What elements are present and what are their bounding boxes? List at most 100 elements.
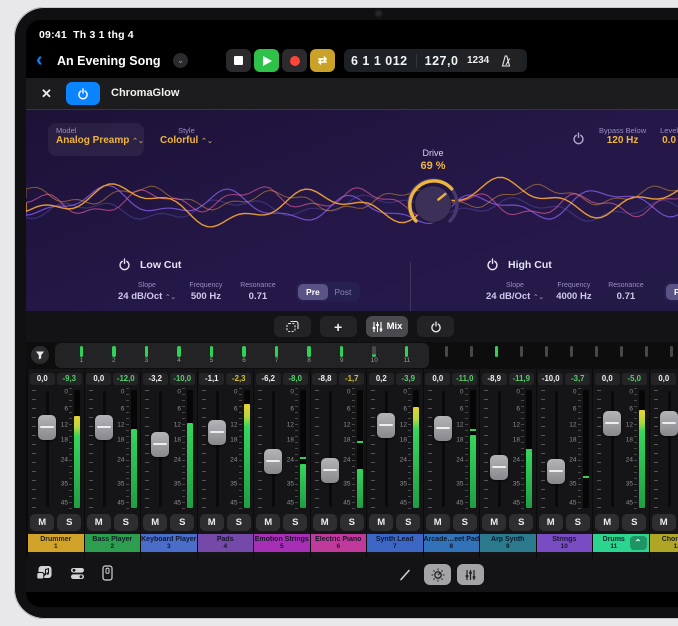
mute-button[interactable]: M [30,514,54,531]
track-name-label[interactable]: Emotion Strings 5 ⌃ [254,534,310,552]
overview-mini-channel[interactable]: 1 [65,345,98,368]
volume-readout[interactable]: -1,1 [199,373,224,385]
project-title[interactable]: An Evening Song [57,54,160,68]
loops-library-icon[interactable] [36,565,53,581]
overview-mini-channel[interactable]: 2 [98,345,131,368]
volume-readout[interactable]: -10,0 [538,373,563,385]
fader-handle[interactable] [151,432,169,457]
mute-button[interactable]: M [143,514,167,531]
track-name-label[interactable]: Drummer 1 ⌃ [28,534,84,552]
fader-handle[interactable] [321,458,339,483]
mute-button[interactable]: M [87,514,111,531]
track-name-label[interactable]: Strings 10 ⌃ [537,534,593,552]
solo-button[interactable]: S [283,514,307,531]
overview-mini-channel[interactable]: 8 [293,345,326,368]
low-cut-slope[interactable]: Slope 24 dB/Oct ⌃⌄ [118,282,176,302]
overview-offscreen-channels[interactable] [434,345,678,357]
overview-mini-channel[interactable]: 7 [260,345,293,368]
mixer-view-button[interactable] [457,564,484,585]
filter-tracks-button[interactable] [31,346,49,364]
solo-button[interactable]: S [340,514,364,531]
fader-handle[interactable] [264,449,282,474]
back-button[interactable]: ‹ [36,49,43,71]
pre-button[interactable]: Pre [666,284,678,300]
volume-readout[interactable]: -6,2 [256,373,281,385]
fader-handle[interactable] [95,415,113,440]
level-control[interactable]: Level 0.0 [660,126,678,146]
track-name-label[interactable]: Arcade…eet Pad 8 ⌃ [424,534,480,552]
play-button[interactable] [254,49,279,72]
fader-track[interactable] [376,388,396,510]
low-cut-resonance[interactable]: Resonance 0.71 [236,282,280,302]
overview-mini-channel[interactable] [584,345,609,357]
peak-level-readout[interactable]: -10,0 [170,373,195,385]
track-name-label[interactable]: Electric Piano 6 ⌃ [311,534,367,552]
mixer-power-button[interactable] [417,316,454,337]
peak-level-readout[interactable]: -11,9 [509,373,534,385]
peak-level-readout[interactable]: -3,9 [396,373,421,385]
volume-readout[interactable]: 0,0 [30,373,55,385]
mix-view-button[interactable]: Mix [366,316,409,337]
fader-track[interactable] [546,388,566,510]
low-cut-frequency[interactable]: Frequency 500 Hz [184,282,228,302]
style-selector[interactable]: Style Colorful ⌃⌄ [160,126,213,146]
metronome-icon[interactable] [499,54,513,68]
model-selector[interactable]: Model Analog Preamp ⌃⌄ [48,123,144,156]
overview-mini-channel[interactable] [609,345,634,357]
peak-level-readout[interactable]: -12,0 [113,373,138,385]
bypass-below-control[interactable]: Bypass Below 120 Hz [599,126,646,146]
overview-mini-channel[interactable] [534,345,559,357]
track-name-label[interactable]: Synth Lead 7 ⌃ [367,534,423,552]
track-name-label[interactable]: Arp Synth 9 ⌃ [480,534,536,552]
mute-button[interactable]: M [313,514,337,531]
high-cut-frequency[interactable]: Frequency 4000 Hz [552,282,596,302]
mute-button[interactable]: M [539,514,563,531]
volume-readout[interactable]: -3,2 [143,373,168,385]
mute-button[interactable]: M [256,514,280,531]
overview-mini-channel[interactable] [484,345,509,357]
fader-track[interactable] [602,388,622,510]
add-track-button[interactable]: + [320,316,357,337]
pencil-edit-icon[interactable] [398,568,412,582]
stack-expand-chevron-icon[interactable]: ⌃ [630,536,647,550]
fader-track[interactable] [320,388,340,510]
high-cut-slope[interactable]: Slope 24 dB/Oct ⌃⌄ [486,282,544,302]
fader-handle[interactable] [434,416,452,441]
low-cut-power-icon[interactable] [118,258,131,271]
pre-button[interactable]: Pre [298,284,328,300]
fader-track[interactable] [37,388,57,510]
mute-button[interactable]: M [482,514,506,531]
regions-copy-button[interactable] [274,316,311,337]
track-name-label[interactable]: Bass Player 2 ⌃ [85,534,141,552]
peak-level-readout[interactable]: -2,3 [226,373,251,385]
controls-view-button[interactable] [424,564,451,585]
overview-mini-channel[interactable]: 11 [390,345,423,368]
fader-track[interactable] [150,388,170,510]
fader-track[interactable] [433,388,453,510]
peak-level-readout[interactable]: -5,0 [622,373,647,385]
stop-button[interactable] [226,49,251,72]
overview-visible-range[interactable]: 1234567891011 [55,343,429,368]
overview-mini-channel[interactable]: 4 [163,345,196,368]
overview-mini-channel[interactable]: 6 [228,345,261,368]
overview-mini-channel[interactable]: 10 [358,345,391,368]
fader-handle[interactable] [377,413,395,438]
volume-readout[interactable]: 0,0 [595,373,620,385]
fader-track[interactable] [94,388,114,510]
volume-readout[interactable]: -8,9 [482,373,507,385]
plugin-power-button[interactable] [66,82,100,105]
solo-button[interactable]: S [622,514,646,531]
track-name-label[interactable]: Drums 11 ⌃ [593,534,649,552]
overview-mini-channel[interactable] [559,345,584,357]
solo-button[interactable]: S [227,514,251,531]
mute-button[interactable]: M [595,514,619,531]
volume-readout[interactable]: -8,8 [312,373,337,385]
count-in-button[interactable]: 1234 [467,55,489,66]
fader-handle[interactable] [547,459,565,484]
overview-mini-channel[interactable]: 5 [195,345,228,368]
volume-readout[interactable]: 0,0 [425,373,450,385]
volume-readout[interactable]: 0,2 [369,373,394,385]
overview-mini-channel[interactable] [659,345,678,357]
peak-level-readout[interactable]: -9,3 [57,373,82,385]
fader-handle[interactable] [603,411,621,436]
